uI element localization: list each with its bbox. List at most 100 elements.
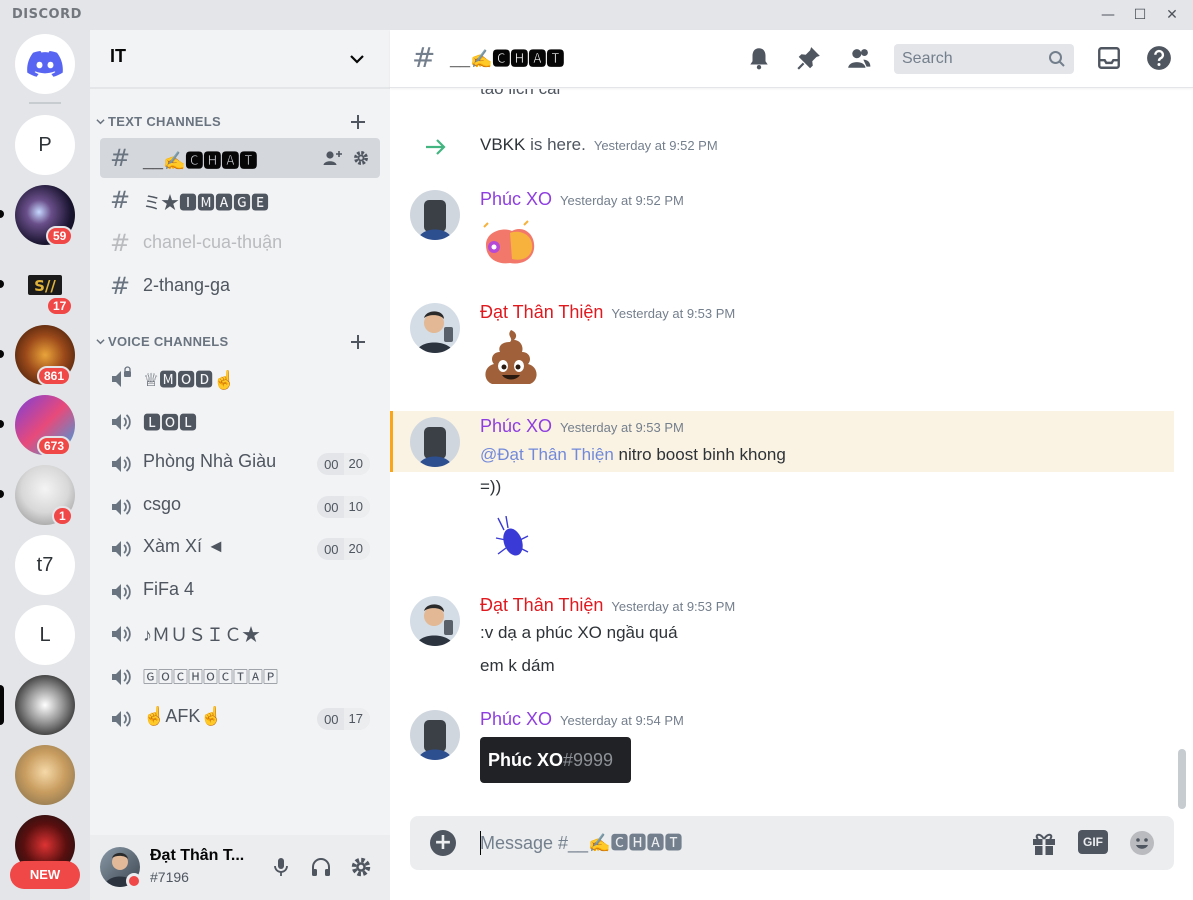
add-channel-button[interactable] <box>349 113 367 131</box>
mic-icon[interactable] <box>269 855 293 879</box>
gift-icon[interactable] <box>1030 829 1058 857</box>
add-channel-button[interactable] <box>349 333 367 351</box>
server-header[interactable]: IT <box>90 30 390 88</box>
message-author[interactable]: Phúc XO <box>480 709 552 729</box>
message-author[interactable]: Phúc XO <box>480 416 552 436</box>
unread-dot <box>0 490 4 498</box>
minimize-button[interactable]: — <box>1097 4 1119 26</box>
title-bar: DISCORD — ☐ ✕ <box>0 0 1193 30</box>
mention-badge: 1 <box>52 506 73 526</box>
headphones-icon[interactable] <box>309 855 333 879</box>
user-mention[interactable]: @Đạt Thân Thiện <box>480 445 614 464</box>
voice-channel-csgo[interactable]: csgo 00 10 <box>100 485 380 525</box>
channel-name: ♕🅼🅾🅳☝️ <box>143 370 236 390</box>
avatar[interactable] <box>410 417 460 467</box>
emoji-icon[interactable] <box>1128 829 1156 857</box>
locked-hash-icon: # <box>110 229 131 257</box>
voice-channel-fifa4[interactable]: FiFa 4 <box>100 570 380 610</box>
channel-name: ♪ＭＵＳＩＣ★ <box>143 625 260 645</box>
message-author[interactable]: Phúc XO <box>480 189 552 209</box>
channel-name: Xàm Xí ◄ <box>143 536 225 556</box>
channel-chat[interactable]: # __✍️🅲🅷🅰🆃 <box>100 138 380 178</box>
inbox-icon[interactable] <box>1096 45 1122 71</box>
message-timestamp: Yesterday at 9:53 PM <box>611 306 736 321</box>
message-content: em k dám <box>480 656 555 675</box>
message-timestamp: Yesterday at 9:54 PM <box>560 713 684 728</box>
close-button[interactable]: ✕ <box>1161 4 1183 26</box>
server-it[interactable] <box>15 675 75 735</box>
category-voice-channels[interactable]: VOICE CHANNELS <box>96 334 229 354</box>
category-text-channels[interactable]: TEXT CHANNELS <box>96 114 221 134</box>
scrollbar-track[interactable] <box>1178 89 1186 816</box>
channel-tools <box>323 148 370 167</box>
join-username[interactable]: VBKK <box>480 135 525 154</box>
voice-channel-goc-hoc-tap[interactable]: 🄶🄾🄲🄷🄾🄲🅃🄰🄿 <box>100 655 380 695</box>
server-initial: P <box>38 133 52 156</box>
voice-channel-mod[interactable]: ♕🅼🅾🅳☝️ <box>100 357 380 397</box>
server-p[interactable]: P <box>15 115 75 175</box>
user-limit: 20 <box>343 453 370 475</box>
join-arrow-icon <box>426 139 446 155</box>
mention-badge: 17 <box>46 296 74 316</box>
members-icon[interactable] <box>846 45 872 71</box>
bell-icon[interactable] <box>746 45 772 71</box>
voice-channel-afk[interactable]: ☝️AFK☝️ 00 17 <box>100 697 380 737</box>
message-author[interactable]: Đạt Thân Thiện <box>480 595 603 615</box>
pin-icon[interactable] <box>796 45 822 71</box>
mention-badge: 673 <box>37 436 72 456</box>
voice-channel-xam-xi[interactable]: Xàm Xí ◄ 00 20 <box>100 527 380 567</box>
channel-name: 🄶🄾🄲🄷🄾🄲🅃🄰🄿 <box>143 669 279 686</box>
gold-logo-icon: S// <box>28 275 62 295</box>
message-content: @Đạt Thân Thiện nitro boost binh khong <box>480 445 786 465</box>
voice-channel-lol[interactable]: 🅻🅾🅻 <box>100 400 380 440</box>
card-discriminator: #9999 <box>563 750 614 770</box>
home-button[interactable] <box>15 34 75 94</box>
channel-name: 🅻🅾🅻 <box>143 413 197 433</box>
voice-channel-phong-nha-giau[interactable]: Phòng Nhà Giàu 00 20 <box>100 442 380 482</box>
chevron-down-icon <box>350 55 364 64</box>
server-t7[interactable]: t7 <box>15 535 75 595</box>
svg-text:S//: S// <box>34 277 56 295</box>
help-icon[interactable] <box>1146 45 1172 71</box>
speaker-icon <box>112 541 131 557</box>
message-timestamp: Yesterday at 9:53 PM <box>560 420 684 435</box>
maximize-button[interactable]: ☐ <box>1129 4 1151 26</box>
server-initial: t7 <box>36 553 54 576</box>
user-limit: 10 <box>343 496 370 518</box>
user-count: 00 <box>324 456 339 472</box>
dnd-status-icon <box>126 873 142 889</box>
server-l[interactable]: L <box>15 605 75 665</box>
avatar[interactable] <box>410 303 460 353</box>
mention-badge: 861 <box>37 366 72 386</box>
chat-header: # __✍️🅲🅷🅰🆃 <box>390 30 1193 88</box>
avatar[interactable] <box>410 596 460 646</box>
add-member-icon[interactable] <box>323 149 343 167</box>
user-limit-badge: 00 20 <box>317 453 370 475</box>
new-servers-badge[interactable]: NEW <box>10 861 80 889</box>
chat-area: # __✍️🅲🅷🅰🆃 Search VBKK is here. Yesterda… <box>390 30 1193 900</box>
channel-name: Phòng Nhà Giàu <box>143 451 277 471</box>
user-limit: 20 <box>343 538 370 560</box>
server-cat[interactable] <box>15 745 75 805</box>
server-name: IT <box>110 46 126 66</box>
gear-icon[interactable] <box>352 149 370 167</box>
channel-locked-thuan[interactable]: # chanel-cua-thuận <box>100 223 380 263</box>
voice-channel-music[interactable]: ♪ＭＵＳＩＣ★ <box>100 612 380 652</box>
chevron-down-icon <box>96 117 108 128</box>
upload-plus-icon[interactable]: + <box>430 830 456 856</box>
user-tag: #7196 <box>150 869 189 885</box>
search-box[interactable] <box>894 44 1074 74</box>
channel-image[interactable]: # ミ★🅸🅼🅰🅶🅴 <box>100 180 380 220</box>
search-input[interactable] <box>902 49 1042 69</box>
server-initial: L <box>39 623 51 646</box>
message-author[interactable]: Đạt Thân Thiện <box>480 302 603 322</box>
search-icon <box>1049 51 1065 67</box>
message-input[interactable] <box>480 830 1000 856</box>
avatar[interactable] <box>410 190 460 240</box>
scrollbar-thumb[interactable] <box>1178 749 1186 809</box>
gif-button[interactable]: GIF <box>1078 830 1108 854</box>
gear-icon[interactable] <box>349 855 373 879</box>
avatar[interactable] <box>410 710 460 760</box>
channel-2-thang-ga[interactable]: # 2-thang-ga <box>100 266 380 306</box>
speaker-icon <box>112 626 131 642</box>
